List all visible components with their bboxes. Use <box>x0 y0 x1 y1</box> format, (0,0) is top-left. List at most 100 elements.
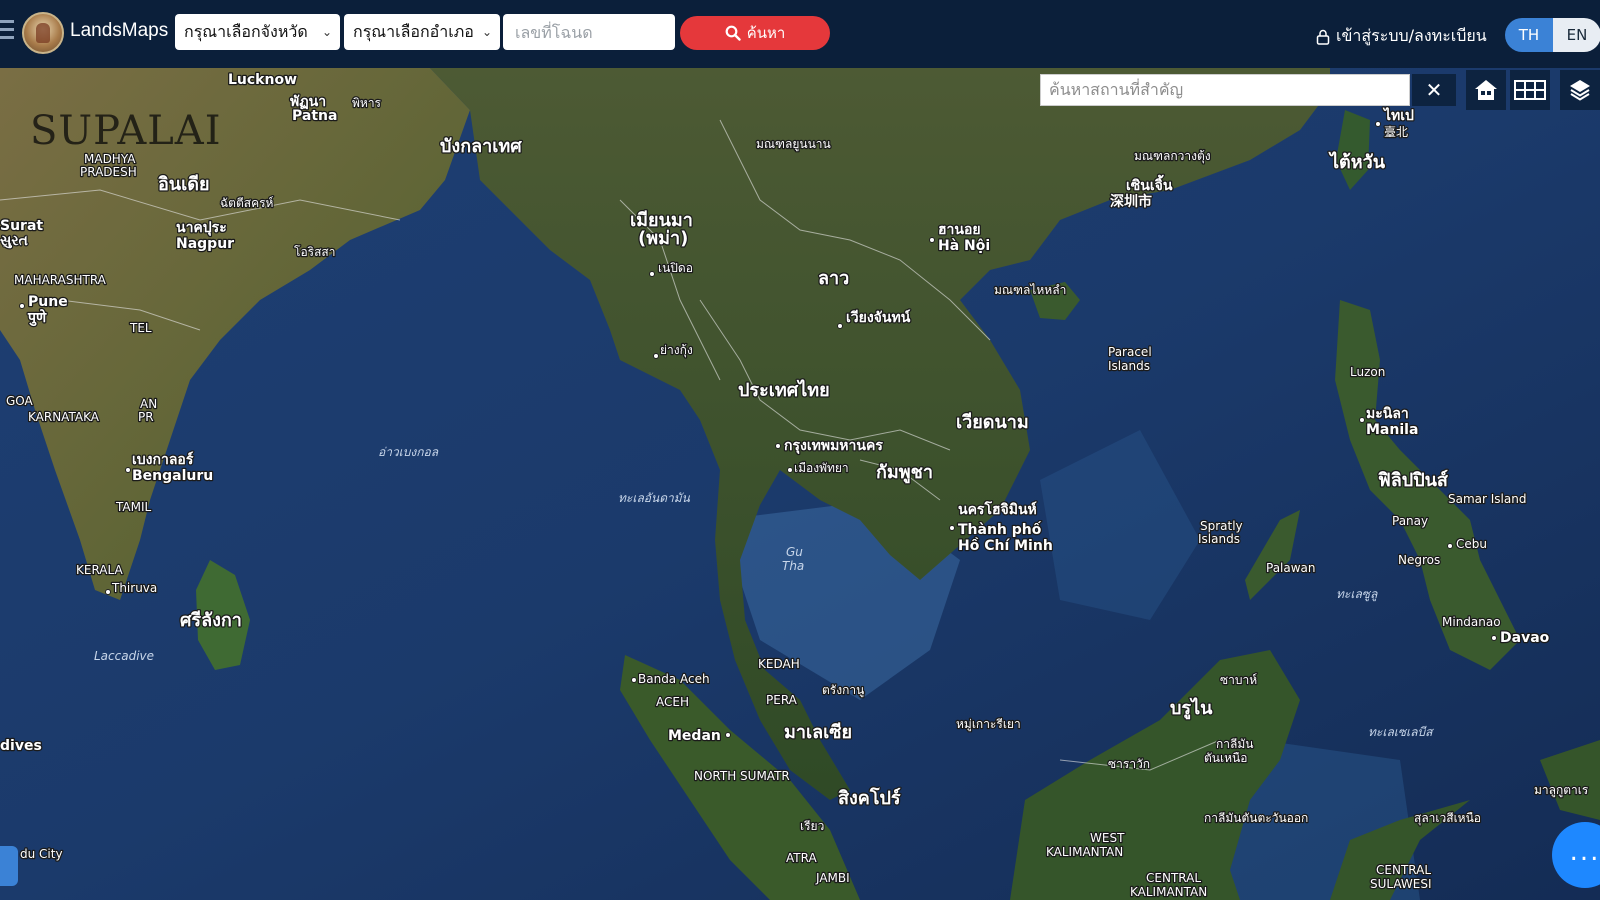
map-label: นครโฮจิมินห์ <box>958 500 1037 518</box>
map-label: સુરત <box>0 233 28 249</box>
map-label: เวียงจันทน์ <box>846 309 911 326</box>
map-label: มณฑลกวางตุ้ง <box>1134 149 1211 164</box>
map-label: อ่าวเบงกอล <box>378 445 439 459</box>
map-label: ลาว <box>818 268 849 289</box>
map-label: KERALA <box>76 563 123 577</box>
deed-number-input[interactable] <box>503 14 675 50</box>
map-label: กัมพูชา <box>876 462 933 484</box>
login-register-link[interactable]: เข้าสู่ระบบ/ลงทะเบียน <box>1316 24 1487 49</box>
map-label: เมืองพัทยา <box>794 461 849 475</box>
map-label: เนปิดอ <box>658 261 693 275</box>
landsmaps-logo[interactable] <box>22 12 64 54</box>
lang-th-button[interactable]: TH <box>1505 18 1553 52</box>
map-label: กาลีมันตันตะวันออก <box>1204 811 1308 825</box>
map-label: KEDAH <box>758 657 800 671</box>
language-switcher: TH EN <box>1505 18 1600 52</box>
map-label: สิงคโปร์ <box>838 787 901 809</box>
search-button-label: ค้นหา <box>746 24 786 42</box>
map-label: 深圳市 <box>1110 193 1152 210</box>
map-label: PRADESH <box>80 165 137 179</box>
map-label: TEL <box>129 321 152 335</box>
login-register-label: เข้าสู่ระบบ/ลงทะเบียน <box>1336 26 1487 45</box>
map-label: ซาบาห์ <box>1220 673 1257 687</box>
map-label: Medan <box>668 728 721 744</box>
map-label: กาลีมัน <box>1216 737 1253 751</box>
map-label: ตันเหนือ <box>1204 751 1247 765</box>
map-label: ฮานอย <box>938 222 981 238</box>
map-label: Bengaluru <box>132 468 213 484</box>
map-label: ACEH <box>656 695 689 709</box>
province-select[interactable]: กรุณาเลือกจังหวัด ⌄ <box>175 14 340 50</box>
map-label: MAHARASHTRA <box>14 273 107 287</box>
chevron-down-icon: ⌄ <box>481 25 492 39</box>
map-label: Cebu <box>1456 537 1487 551</box>
map-label: PERA <box>766 693 798 707</box>
map-label: Palawan <box>1266 561 1316 575</box>
home-button[interactable] <box>1466 70 1506 110</box>
map-label: MADHYA <box>84 152 136 166</box>
map-label: Tha <box>782 559 804 573</box>
map-label: ประเทศไทย <box>738 379 830 401</box>
side-panel-toggle[interactable] <box>0 846 18 886</box>
map-label: พิหาร <box>352 96 382 110</box>
top-navbar: LandsMaps กรุณาเลือกจังหวัด ⌄ กรุณาเลือก… <box>0 0 1600 68</box>
map-label: KALIMANTAN <box>1046 845 1123 859</box>
close-icon[interactable]: ✕ <box>1412 74 1456 106</box>
map-label: Paracel <box>1108 345 1152 359</box>
map-label: Patna <box>292 108 337 124</box>
map-label: มะนิลา <box>1366 406 1409 422</box>
map-label: ฉัตตีสครห์ <box>220 196 274 210</box>
map-label: WEST <box>1090 831 1125 845</box>
map-label: Lucknow <box>228 72 297 88</box>
district-select[interactable]: กรุณาเลือกอำเภอ ⌄ <box>344 14 500 50</box>
home-icon <box>1475 80 1497 100</box>
menu-icon[interactable] <box>0 20 14 42</box>
lang-en-button[interactable]: EN <box>1553 18 1600 52</box>
map-label: เวียดนาม <box>956 412 1029 433</box>
map-label: ทะเลซูลู <box>1336 587 1378 602</box>
place-search-input[interactable]: ค้นหาสถานที่สำคัญ <box>1040 74 1410 106</box>
map-label: ฟิลิปปินส์ <box>1378 469 1449 491</box>
map-label: (พม่า) <box>638 228 688 249</box>
map-label: Negros <box>1398 553 1440 567</box>
chevron-down-icon: ⌄ <box>321 25 332 39</box>
map-label: Davao <box>1500 630 1550 646</box>
map-label: ตรังกานู <box>822 683 864 698</box>
map-canvas[interactable]: SUPALAI อินเดีย MADHYA PRADESH Lucknow พ… <box>0 68 1600 900</box>
map-label: เรียว <box>800 819 824 833</box>
map-label: เบงกาลอร์ <box>132 451 194 468</box>
satellite-map: อินเดีย MADHYA PRADESH Lucknow พัฏนา Pat… <box>0 68 1600 900</box>
district-select-value: กรุณาเลือกอำเภอ <box>353 22 474 41</box>
map-label: Pune <box>28 294 68 310</box>
map-label: Gu <box>786 545 803 559</box>
map-label: AN <box>140 397 157 411</box>
layers-button[interactable] <box>1560 70 1600 110</box>
map-label: du City <box>20 847 63 861</box>
search-icon <box>725 25 741 41</box>
map-label: Islands <box>1198 532 1240 546</box>
map-label: มณฑลยูนนาน <box>756 137 831 152</box>
map-label: CENTRAL <box>1376 863 1431 877</box>
map-label: มาลูกูตาเร <box>1534 783 1589 798</box>
map-label: Nagpur <box>176 236 234 252</box>
map-label: SULAWESI <box>1370 877 1432 891</box>
map-label: สุลาเวสีเหนือ <box>1414 811 1481 826</box>
map-label: Surat <box>0 218 43 234</box>
map-label: ไต้หวัน <box>1328 151 1386 173</box>
map-label: หมู่เกาะรีเยา <box>956 717 1021 732</box>
map-label: กรุงเทพมหานคร <box>784 438 883 454</box>
map-label: 臺北 <box>1384 124 1408 139</box>
grid-button[interactable] <box>1510 70 1550 110</box>
supalai-watermark: SUPALAI <box>30 108 222 154</box>
map-label: Laccadive <box>94 649 154 663</box>
map-label: ศรีลังกา <box>180 610 242 631</box>
map-label: Thành phố <box>958 521 1042 538</box>
brand-name: LandsMaps <box>70 20 169 41</box>
province-select-value: กรุณาเลือกจังหวัด <box>184 22 308 41</box>
map-label: บังกลาเทศ <box>440 136 522 157</box>
map-label: มณฑลไหหลำ <box>994 283 1066 297</box>
map-label: TAMIL <box>115 500 152 514</box>
search-button[interactable]: ค้นหา <box>680 16 830 50</box>
map-label: Hồ Chí Minh <box>958 537 1053 554</box>
map-label: Mindanao <box>1442 615 1501 629</box>
